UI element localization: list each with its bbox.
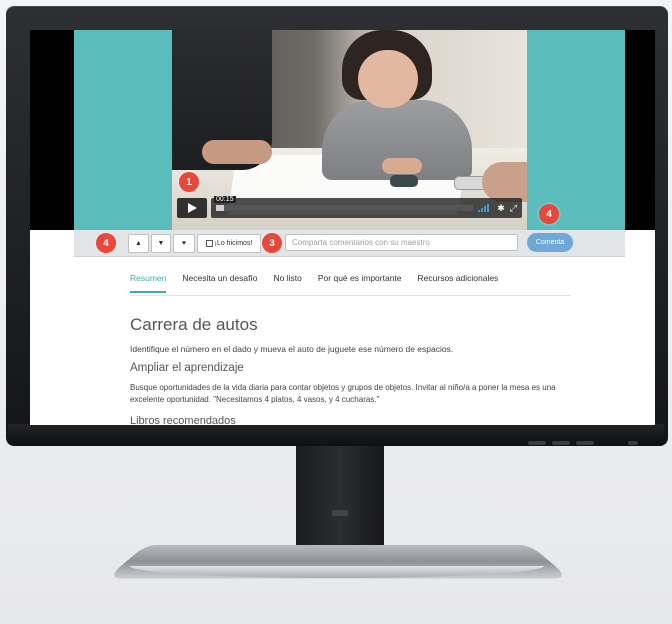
video-progress-track[interactable]: 00:15 (214, 196, 474, 211)
video-progress-fill (216, 205, 224, 211)
dislike-button[interactable]: ▼ (151, 234, 171, 253)
monitor-stand-neck (296, 446, 384, 550)
thumbs-up-icon: ▲ (135, 240, 142, 247)
did-it-button[interactable]: ¡Lo hicimos! (197, 234, 261, 253)
annotation-badge: 1 (179, 172, 199, 192)
gear-icon[interactable]: ✱ (497, 203, 505, 213)
like-button[interactable]: ▲ (128, 234, 149, 253)
thumbs-down-icon: ▼ (157, 240, 165, 247)
feedback-toolbar: ▲ ▼ ♥ ¡Lo hicimos! Comenta (74, 230, 625, 257)
activity-content: Resumen Necesita un desafío No listo Por… (74, 257, 625, 425)
play-button[interactable] (177, 198, 207, 218)
tab-why-important[interactable]: Por qué es importante (318, 271, 402, 295)
section-recommended-books-title: Libros recomendados (130, 415, 236, 425)
video-player: 00:15 ✱ ⤢ (30, 30, 655, 230)
section-extend-learning-text: Busque oportunidades de la vida diaria p… (130, 383, 556, 404)
video-scrubber-bar: 00:15 ✱ ⤢ (211, 196, 522, 218)
video-scene-hand (482, 162, 527, 202)
annotation-badge: 4 (539, 204, 559, 224)
annotation-badge: 4 (96, 233, 116, 253)
video-controls: 00:15 ✱ ⤢ (177, 196, 522, 218)
video-teal-panel-right (527, 30, 625, 230)
comment-button[interactable]: Comenta (527, 233, 573, 252)
heart-icon: ♥ (181, 240, 187, 247)
video-letterbox-left (30, 30, 74, 230)
video-scene-adult-hand (202, 140, 272, 164)
video-scene-child-hand (382, 158, 422, 174)
annotation-badge: 3 (262, 233, 282, 253)
tab-not-ready[interactable]: No listo (274, 271, 302, 295)
comment-input[interactable] (285, 234, 518, 251)
monitor-minus-button (552, 441, 570, 445)
section-extend-learning-title: Ampliar el aprendizaje (130, 362, 244, 374)
monitor-stand-slot (332, 510, 348, 516)
monitor-power-button (628, 441, 638, 445)
monitor-buttons (528, 441, 638, 449)
video-time: 00:15 (214, 196, 236, 203)
checkbox-icon (205, 240, 213, 247)
volume-icon[interactable] (478, 204, 492, 212)
monitor-plus-button (576, 441, 594, 445)
activity-description: Identifique el número en el dado y mueva… (130, 344, 454, 354)
did-it-label: ¡Lo hicimos! (214, 240, 253, 247)
monitor-screen: 00:15 ✱ ⤢ ▲ ▼ ♥ ¡Lo hicimos! Comenta (30, 30, 655, 425)
video-letterbox-right (625, 30, 655, 230)
activity-title: Carrera de autos (130, 315, 258, 334)
fullscreen-icon[interactable]: ⤢ (510, 203, 517, 213)
tab-summary[interactable]: Resumen (130, 271, 167, 293)
heart-button[interactable]: ♥ (173, 234, 195, 253)
activity-tabs: Resumen Necesita un desafío No listo Por… (130, 271, 571, 296)
tab-challenge[interactable]: Necesita un desafío (182, 271, 257, 295)
tab-resources[interactable]: Recursos adicionales (418, 271, 499, 295)
play-icon (187, 203, 197, 213)
video-scene-child-face (358, 50, 418, 108)
video-teal-panel-left (74, 30, 172, 230)
monitor-input-button (528, 441, 546, 445)
video-scene-toy-car (390, 175, 418, 187)
